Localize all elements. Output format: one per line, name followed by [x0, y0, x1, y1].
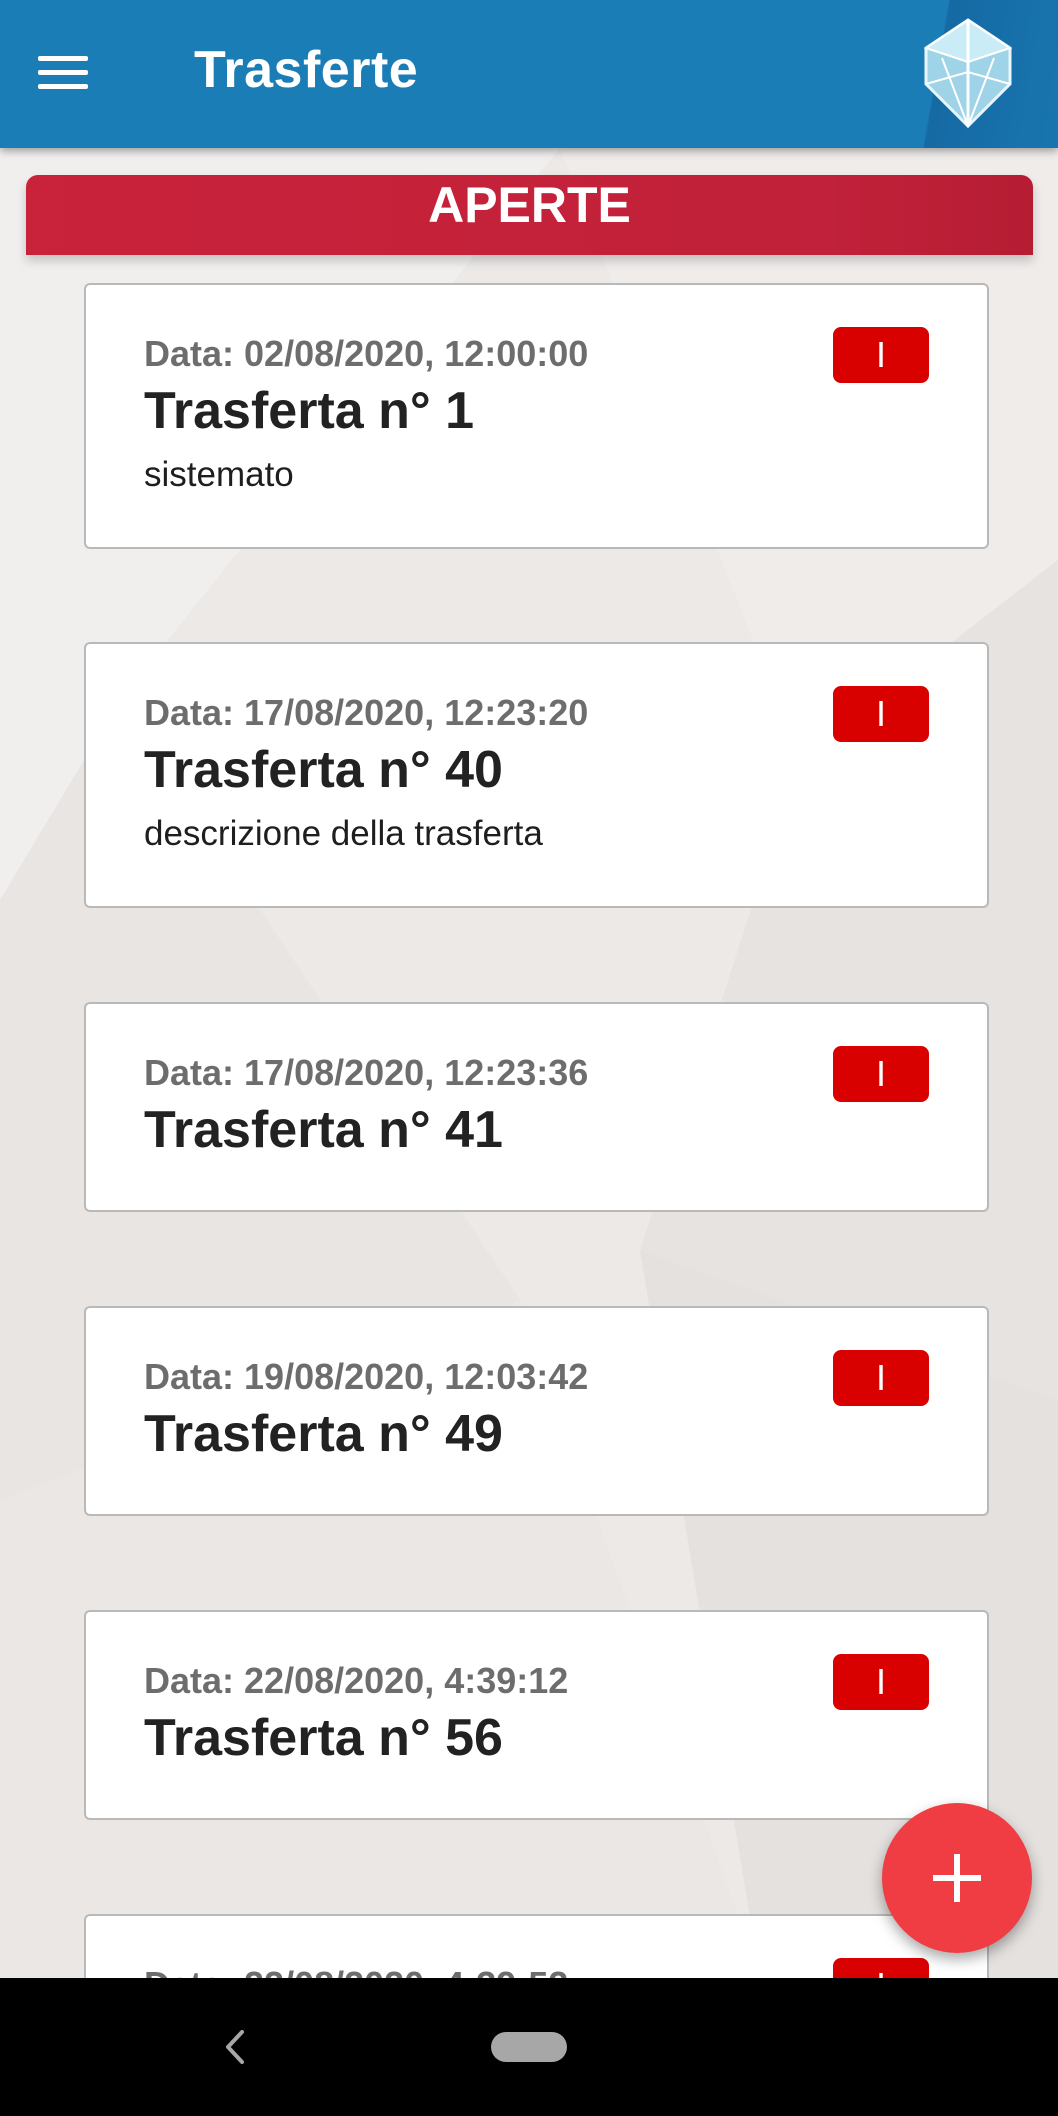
- home-pill-icon[interactable]: [491, 2032, 567, 2062]
- status-badge: I: [833, 686, 929, 742]
- status-badge: I: [833, 1654, 929, 1710]
- card-title: Trasferta n° 49: [144, 1405, 503, 1463]
- card-description: sistemato: [144, 455, 294, 494]
- trasferta-card[interactable]: Data: 02/08/2020, 12:00:00 Trasferta n° …: [84, 283, 989, 549]
- card-description: descrizione della trasferta: [144, 814, 543, 853]
- card-title: Trasferta n° 56: [144, 1709, 503, 1767]
- plus-icon: [933, 1854, 981, 1902]
- status-badge: I: [833, 1350, 929, 1406]
- hamburger-menu-icon[interactable]: [38, 44, 112, 100]
- trasferta-card[interactable]: Data: 22/08/2020, 4:39:12 Trasferta n° 5…: [84, 1610, 989, 1820]
- system-nav-bar: [0, 1978, 1058, 2116]
- trasferta-card[interactable]: Data: 17/08/2020, 12:23:36 Trasferta n° …: [84, 1002, 989, 1212]
- card-title: Trasferta n° 1: [144, 382, 475, 440]
- section-header-aperte: APERTE: [26, 175, 1033, 255]
- card-date: Data: 17/08/2020, 12:23:20: [144, 692, 589, 733]
- card-title: Trasferta n° 40: [144, 741, 503, 799]
- card-date: Data: 02/08/2020, 12:00:00: [144, 333, 589, 374]
- card-date: Data: 19/08/2020, 12:03:42: [144, 1356, 589, 1397]
- card-date: Data: 22/08/2020, 4:39:12: [144, 1660, 569, 1701]
- trasferta-card[interactable]: Data: 17/08/2020, 12:23:20 Trasferta n° …: [84, 642, 989, 908]
- app-bar: Trasferte: [0, 0, 1058, 148]
- status-badge: I: [833, 1046, 929, 1102]
- trasferta-card[interactable]: Data: 19/08/2020, 12:03:42 Trasferta n° …: [84, 1306, 989, 1516]
- page-title: Trasferte: [194, 41, 419, 99]
- card-date: Data: 17/08/2020, 12:23:36: [144, 1052, 589, 1093]
- add-trasferta-button[interactable]: [882, 1803, 1032, 1953]
- card-title: Trasferta n° 41: [144, 1101, 503, 1159]
- back-chevron-icon[interactable]: [218, 2024, 252, 2070]
- diamond-logo-icon: [923, 18, 1013, 128]
- status-badge: I: [833, 327, 929, 383]
